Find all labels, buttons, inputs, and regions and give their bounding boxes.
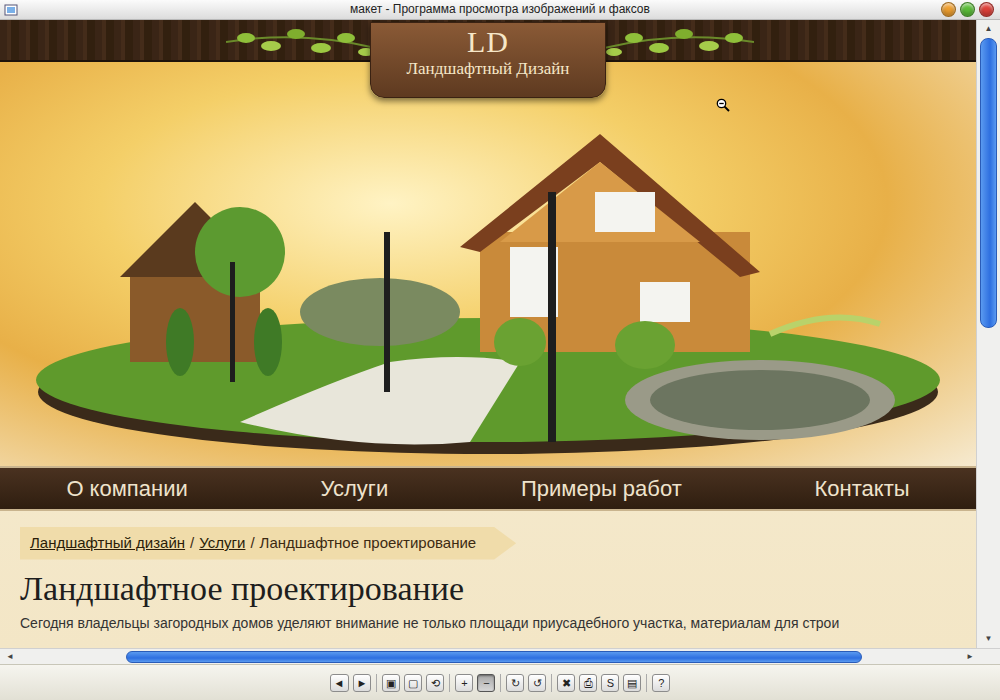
toolbar-button[interactable]: ✖ (557, 674, 575, 692)
breadcrumb-item[interactable]: Услуги (199, 532, 245, 555)
close-button[interactable] (979, 2, 994, 17)
site-logo[interactable]: LD Ландшафтный Дизайн (370, 22, 606, 98)
menu-item[interactable]: Контакты (801, 468, 924, 509)
viewer-body: LD Ландшафтный Дизайн (0, 20, 1000, 648)
leaves-left-icon (226, 22, 376, 66)
toolbar-group: ↻↺ (506, 674, 546, 692)
toolbar-button[interactable]: ⟲ (426, 674, 444, 692)
window-controls (941, 2, 994, 17)
horizontal-scroll-track[interactable] (18, 650, 962, 663)
toolbar-button[interactable]: ▤ (623, 674, 641, 692)
toolbar-separator (449, 674, 450, 692)
mockup-image: LD Ландшафтный Дизайн (0, 20, 976, 648)
breadcrumb: Ландшафтный дизайн/Услуги/Ландшафтное пр… (20, 527, 516, 560)
toolbar-button[interactable]: ▣ (382, 674, 400, 692)
toolbar-button[interactable]: − (477, 674, 495, 692)
scroll-left-button[interactable]: ◄ (2, 650, 18, 664)
vertical-scroll-track[interactable] (980, 328, 997, 632)
page-heading: Ландшафтное проектирование (20, 568, 956, 610)
breadcrumb-separator: / (185, 532, 199, 555)
hero-illustration (0, 62, 976, 466)
maximize-button[interactable] (960, 2, 975, 17)
breadcrumb-item: Ландшафтное проектирование (260, 532, 477, 555)
horizontal-scroll-thumb[interactable] (126, 651, 862, 663)
page-paragraph: Сегодня владельцы загородных домов уделя… (20, 614, 956, 632)
toolbar-button[interactable]: ↺ (528, 674, 546, 692)
menu-item[interactable]: О компании (52, 468, 201, 509)
scroll-down-button[interactable]: ▼ (980, 632, 997, 646)
toolbar-button[interactable]: ◄ (330, 674, 349, 692)
toolbar-separator (376, 674, 377, 692)
breadcrumb-area: Ландшафтный дизайн/Услуги/Ландшафтное пр… (0, 511, 976, 560)
viewer-toolbar: ◄►▣▢⟲+−↻↺✖⎙S▤? (0, 664, 1000, 700)
toolbar-group: ✖⎙S▤ (557, 674, 641, 692)
estate-island-icon (0, 62, 976, 466)
window-title: макет - Программа просмотра изображений … (350, 0, 650, 19)
picture-viewer-window: макет - Программа просмотра изображений … (0, 0, 1000, 700)
minimize-button[interactable] (941, 2, 956, 17)
breadcrumb-item[interactable]: Ландшафтный дизайн (30, 532, 185, 555)
toolbar-separator (551, 674, 552, 692)
scroll-right-button[interactable]: ► (962, 650, 978, 664)
logo-mark: LD (379, 25, 597, 59)
toolbar-group: ▣▢⟲ (382, 674, 444, 692)
toolbar-button[interactable]: ⎙ (579, 674, 597, 692)
vertical-scrollbar[interactable]: ▲ ▼ (976, 20, 1000, 648)
toolbar-separator (500, 674, 501, 692)
vertical-scroll-thumb[interactable] (980, 38, 997, 328)
toolbar-button[interactable]: ▢ (404, 674, 422, 692)
viewer-app-icon (4, 3, 18, 17)
title-bar: макет - Программа просмотра изображений … (0, 0, 1000, 20)
breadcrumb-separator: / (245, 532, 259, 555)
toolbar-button[interactable]: S (601, 674, 619, 692)
logo-title: Ландшафтный Дизайн (379, 59, 597, 79)
leaves-right-icon (604, 22, 754, 66)
toolbar-button[interactable]: ► (353, 674, 372, 692)
horizontal-scrollbar[interactable]: ◄ ► (0, 648, 1000, 664)
menu-item[interactable]: Услуги (307, 468, 403, 509)
menu-item[interactable]: Примеры работ (507, 468, 696, 509)
toolbar-group: +− (455, 674, 495, 692)
toolbar-group: ? (652, 674, 670, 692)
toolbar-button[interactable]: ↻ (506, 674, 524, 692)
toolbar-button[interactable]: ? (652, 674, 670, 692)
toolbar-button[interactable]: + (455, 674, 473, 692)
toolbar-group: ◄► (330, 674, 372, 692)
scroll-up-button[interactable]: ▲ (980, 22, 997, 36)
toolbar-separator (646, 674, 647, 692)
site-menu: О компании Услуги Примеры работ Контакты (0, 466, 976, 511)
zoom-out-cursor-icon (716, 98, 730, 112)
